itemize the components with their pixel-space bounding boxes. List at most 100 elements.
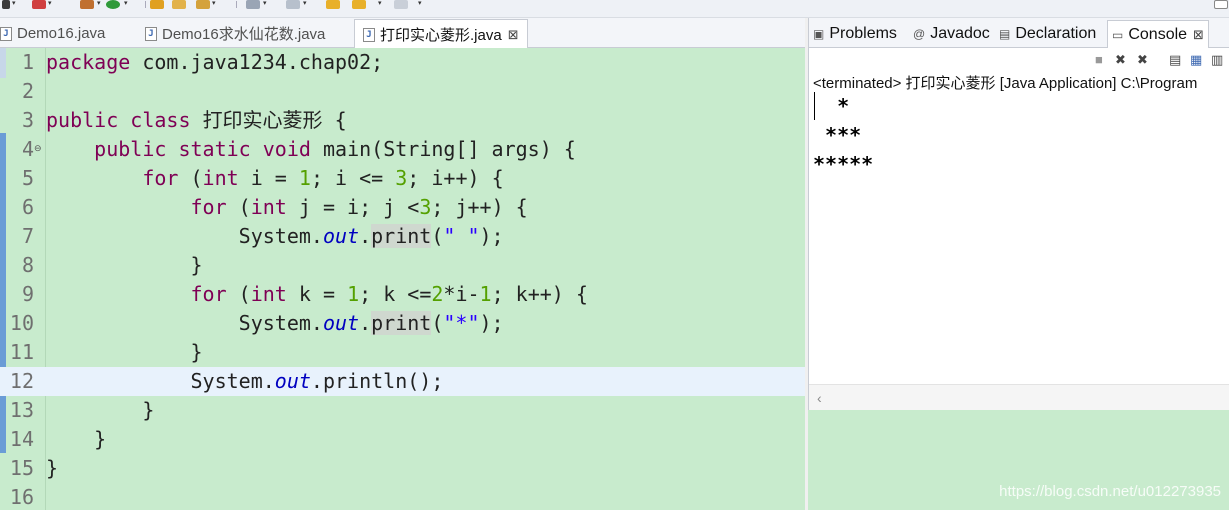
code-token: } <box>190 253 203 277</box>
current-code-line[interactable]: 12 System.out.println(); <box>0 367 805 396</box>
code-line[interactable]: 15 } <box>0 454 805 483</box>
keyword: void <box>262 137 311 161</box>
line-number: 12 <box>9 369 34 393</box>
code-text: public static void main(String[] args) { <box>46 135 576 164</box>
code-token: System. <box>238 224 323 248</box>
line-number: 4 <box>21 137 34 161</box>
tab-problems[interactable]: ▣ Problems <box>813 22 897 46</box>
java-file-icon: J <box>0 26 12 41</box>
code-text: System.out.print("*"); <box>46 309 504 338</box>
scroll-left-icon[interactable]: ‹ <box>817 390 822 406</box>
back-icon[interactable] <box>326 0 340 9</box>
line-number: 15 <box>9 456 34 480</box>
tab-demo16[interactable]: J Demo16.java <box>0 19 105 48</box>
code-token: ( <box>238 195 251 219</box>
dropdown-arrow-icon[interactable]: ▾ <box>97 0 101 8</box>
line-number: 11 <box>9 340 34 364</box>
tab-label: Problems <box>829 25 897 42</box>
dropdown-arrow-icon[interactable]: ▾ <box>12 0 16 8</box>
build-icon[interactable] <box>80 0 94 9</box>
code-line[interactable]: 2 <box>0 77 805 106</box>
tab-javadoc[interactable]: @ Javadoc <box>913 22 990 46</box>
tab-console[interactable]: ▭ Console ⊠ <box>1107 20 1209 48</box>
code-token: System. <box>190 369 275 393</box>
line-number: 10 <box>9 311 34 335</box>
line-number: 9 <box>21 282 34 306</box>
tab-demo16-narcissistic[interactable]: J Demo16求水仙花数.java <box>145 19 325 48</box>
close-tab-icon[interactable]: ⊠ <box>1193 27 1204 43</box>
console-output-line: *** <box>813 123 862 147</box>
line-number: 7 <box>21 224 34 248</box>
code-token: } <box>190 340 203 364</box>
view-tab-bar: ▣ Problems @ Javadoc ▤ Declaration ▭ Con… <box>808 18 1229 48</box>
tab-declaration[interactable]: ▤ Declaration <box>999 22 1096 46</box>
dropdown-arrow-icon[interactable]: ▾ <box>303 0 307 8</box>
last-edit-icon[interactable] <box>394 0 408 9</box>
tab-label: Javadoc <box>930 25 990 42</box>
terminate-icon[interactable]: ■ <box>1095 53 1103 66</box>
word-wrap-icon[interactable]: ▥ <box>1211 53 1223 66</box>
code-line[interactable]: 5 for (int i = 1; i <= 3; i++) { <box>0 164 805 193</box>
code-text: for (int k = 1; k <=2*i-1; k++) { <box>46 280 588 309</box>
keyword: for <box>190 195 227 219</box>
code-line[interactable]: 10 System.out.print("*"); <box>0 309 805 338</box>
debug-icon[interactable] <box>32 0 46 9</box>
code-token: ( <box>238 282 251 306</box>
forward-icon[interactable] <box>352 0 366 9</box>
code-text: } <box>46 425 106 454</box>
toolbar-separator <box>145 1 146 8</box>
toolbar-separator <box>236 1 237 8</box>
remove-all-terminated-icon[interactable]: ✖ <box>1137 53 1148 66</box>
console-output-line: * <box>813 94 850 118</box>
console-view[interactable]: ■ ✖ ✖ ▤ ▦ ▥ <terminated> 打印实心菱形 [Java Ap… <box>808 48 1229 410</box>
code-line[interactable]: 14 } <box>0 425 805 454</box>
search-icon[interactable] <box>196 0 210 9</box>
code-line[interactable]: 6 for (int j = i; j <3; j++) { <box>0 193 805 222</box>
run-icon[interactable] <box>106 0 120 9</box>
code-editor[interactable]: 1 package com.java1234.chap02; 2 3 publi… <box>0 48 805 510</box>
console-toolbar: ■ ✖ ✖ ▤ ▦ ▥ <box>809 48 1229 70</box>
quick-access-search-icon[interactable] <box>1214 0 1228 9</box>
next-annotation-icon[interactable] <box>286 0 300 9</box>
code-token: System. <box>238 311 323 335</box>
tab-print-diamond[interactable]: J 打印实心菱形.java ⊠ <box>354 19 528 49</box>
code-line[interactable]: 3 public class 打印实心菱形 { <box>0 106 805 135</box>
code-line[interactable]: 4 ⊖ public static void main(String[] arg… <box>0 135 805 164</box>
code-line[interactable]: 9 for (int k = 1; k <=2*i-1; k++) { <box>0 280 805 309</box>
dropdown-arrow-icon[interactable]: ▾ <box>124 0 128 8</box>
code-line[interactable]: 16 <box>0 483 805 510</box>
code-line[interactable]: 1 package com.java1234.chap02; <box>0 48 805 77</box>
save-icon[interactable] <box>2 0 10 9</box>
code-text: } <box>46 396 154 425</box>
code-text: System.out.print(" "); <box>46 222 504 251</box>
method-occurrence: print <box>371 311 432 335</box>
code-token: . <box>359 224 372 248</box>
number-literal: 1 <box>298 166 311 190</box>
remove-launch-icon[interactable]: ✖ <box>1115 53 1126 66</box>
dropdown-arrow-icon[interactable]: ▾ <box>48 0 52 8</box>
code-token: { <box>334 108 347 132</box>
code-line[interactable]: 8 } <box>0 251 805 280</box>
code-token: k = <box>298 282 348 306</box>
number-literal: 2 <box>431 282 444 306</box>
close-tab-icon[interactable]: ⊠ <box>508 27 519 43</box>
scroll-lock-icon[interactable]: ▦ <box>1190 53 1202 66</box>
keyword: int <box>250 195 287 219</box>
number-literal: 1 <box>479 282 492 306</box>
dropdown-arrow-icon[interactable]: ▾ <box>378 0 382 8</box>
keyword: class <box>130 108 191 132</box>
code-line[interactable]: 11 } <box>0 338 805 367</box>
number-literal: 3 <box>419 195 432 219</box>
keyword: public <box>46 108 119 132</box>
code-line[interactable]: 7 System.out.print(" "); <box>0 222 805 251</box>
dropdown-arrow-icon[interactable]: ▾ <box>212 0 216 8</box>
annotation-icon[interactable] <box>246 0 260 9</box>
open-type-icon[interactable] <box>172 0 186 9</box>
horizontal-scrollbar[interactable]: ‹ <box>809 384 1229 410</box>
dropdown-arrow-icon[interactable]: ▾ <box>263 0 267 8</box>
open-folder-icon[interactable] <box>150 0 164 9</box>
clear-console-icon[interactable]: ▤ <box>1169 53 1181 66</box>
dropdown-arrow-icon[interactable]: ▾ <box>418 0 422 8</box>
fold-toggle-icon[interactable]: ⊖ <box>34 143 42 153</box>
code-line[interactable]: 13 } <box>0 396 805 425</box>
